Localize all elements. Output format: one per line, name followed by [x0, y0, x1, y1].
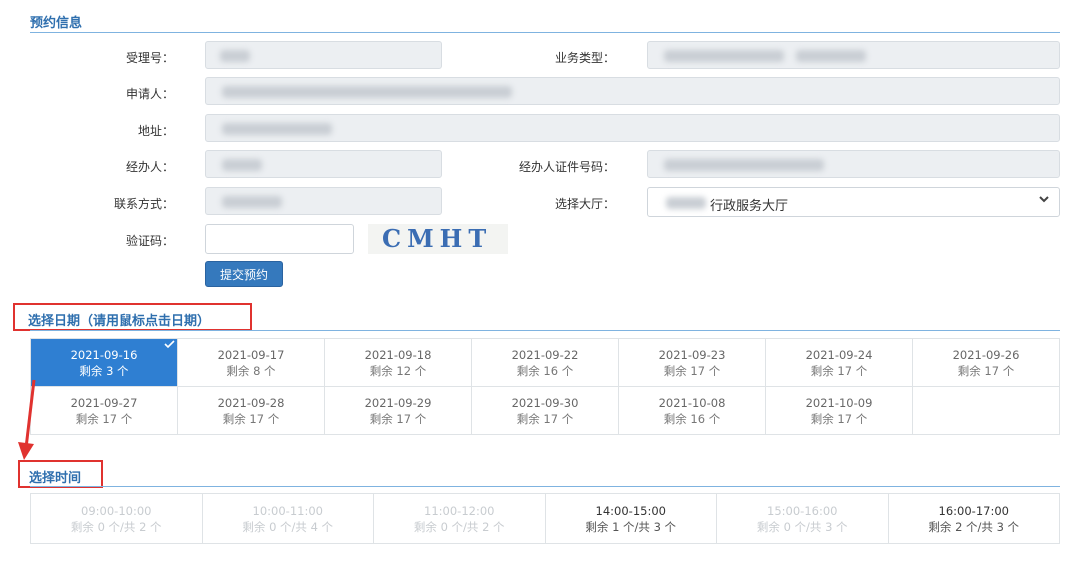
time-slot-cell: 15:00-16:00 剩余 0 个/共 3 个: [716, 493, 889, 544]
date-cell[interactable]: 2021-09-28 剩余 17 个: [177, 386, 325, 435]
section-divider: [30, 330, 1060, 331]
redacted-text: [222, 159, 262, 171]
contact-field[interactable]: [205, 187, 442, 215]
business-type-label: 业务类型：: [554, 51, 615, 65]
date-cell[interactable]: 2021-10-09 剩余 17 个: [765, 386, 913, 435]
redacted-text: [796, 50, 866, 62]
applicant-field[interactable]: [205, 77, 1060, 105]
submit-button[interactable]: 提交预约: [205, 261, 283, 287]
chevron-down-icon: [1039, 196, 1049, 203]
address-label: 地址：: [137, 124, 174, 138]
redacted-text: [222, 196, 282, 208]
handler-field[interactable]: [205, 150, 442, 178]
time-slot-cell[interactable]: 16:00-17:00 剩余 2 个/共 3 个: [887, 493, 1060, 544]
hall-select[interactable]: 行政服务大厅: [647, 187, 1060, 217]
date-cell[interactable]: 2021-09-17 剩余 8 个: [177, 338, 325, 387]
applicant-label: 申请人：: [125, 87, 174, 101]
date-cell[interactable]: 2021-09-30 剩余 17 个: [471, 386, 619, 435]
time-slot-cell: 10:00-11:00 剩余 0 个/共 4 个: [201, 493, 374, 544]
date-grid: 2021-09-16 剩余 3 个 2021-09-17 剩余 8 个 2021-0…: [30, 338, 1060, 435]
date-cell[interactable]: 2021-09-29 剩余 17 个: [324, 386, 472, 435]
handler-id-label: 经办人证件号码：: [518, 160, 615, 174]
date-cell[interactable]: 2021-09-16 剩余 3 个: [30, 338, 178, 387]
redacted-text: [664, 50, 784, 62]
hall-select-value: 行政服务大厅: [710, 199, 789, 214]
date-cell-empty: [912, 386, 1060, 435]
hall-label: 选择大厅：: [554, 197, 615, 211]
time-slot-cell: 09:00-10:00 剩余 0 个/共 2 个: [30, 493, 203, 544]
accept-no-field[interactable]: [205, 41, 442, 69]
section-title-time: 选择时间: [29, 471, 82, 486]
date-cell[interactable]: 2021-09-26 剩余 17 个: [912, 338, 1060, 387]
handler-label: 经办人：: [125, 160, 174, 174]
section-divider: [30, 32, 1060, 33]
red-arrow-icon: [18, 379, 36, 460]
redacted-text: [664, 159, 824, 171]
captcha-label: 验证码：: [125, 234, 174, 248]
section-title-date: 选择日期（请用鼠标点击日期）: [28, 314, 211, 329]
check-icon: [164, 340, 175, 349]
captcha-image[interactable]: CMHT: [368, 224, 508, 254]
section-title-info: 预约信息: [30, 16, 83, 31]
time-grid: 09:00-10:00 剩余 0 个/共 2 个 10:00-11:00 剩余 0 …: [30, 493, 1060, 544]
date-cell[interactable]: 2021-09-24 剩余 17 个: [765, 338, 913, 387]
date-cell[interactable]: 2021-09-18 剩余 12 个: [324, 338, 472, 387]
contact-label: 联系方式：: [113, 197, 174, 211]
captcha-input[interactable]: [205, 224, 354, 254]
date-cell[interactable]: 2021-09-23 剩余 17 个: [618, 338, 766, 387]
address-field[interactable]: [205, 114, 1060, 142]
business-type-field[interactable]: [647, 41, 1060, 69]
date-cell[interactable]: 2021-09-27 剩余 17 个: [30, 386, 178, 435]
accept-no-label: 受理号：: [125, 51, 174, 65]
redacted-text: [220, 50, 250, 62]
section-divider: [30, 486, 1060, 487]
redacted-text: [222, 123, 332, 135]
time-slot-cell[interactable]: 14:00-15:00 剩余 1 个/共 3 个: [544, 493, 717, 544]
redacted-text: [666, 197, 706, 209]
time-slot-cell: 11:00-12:00 剩余 0 个/共 2 个: [373, 493, 546, 544]
captcha-image-text: CMHT: [382, 224, 493, 253]
redacted-text: [222, 86, 512, 98]
date-cell[interactable]: 2021-09-22 剩余 16 个: [471, 338, 619, 387]
date-cell[interactable]: 2021-10-08 剩余 16 个: [618, 386, 766, 435]
handler-id-field[interactable]: [647, 150, 1060, 178]
